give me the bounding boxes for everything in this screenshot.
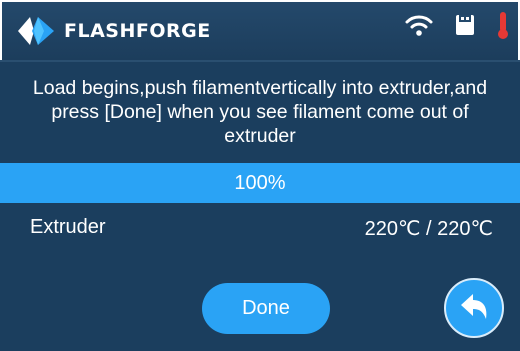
done-button[interactable]: Done bbox=[202, 283, 330, 334]
brand-name: FLASHFORGE bbox=[64, 20, 211, 42]
instruction-message: Load begins,push filamentvertically into… bbox=[32, 76, 488, 147]
logo-icon bbox=[18, 17, 54, 45]
extruder-label: Extruder bbox=[30, 216, 106, 238]
progress-label: 100% bbox=[234, 171, 286, 194]
back-button[interactable] bbox=[444, 278, 504, 338]
back-arrow-icon bbox=[461, 294, 487, 319]
extruder-row: Extruder 220℃ / 220℃ bbox=[0, 206, 520, 250]
brand-logo: FLASHFORGE bbox=[14, 13, 211, 49]
done-button-label: Done bbox=[242, 297, 290, 319]
usb-drive-icon bbox=[454, 12, 476, 43]
progress-bar: 100% bbox=[0, 163, 520, 203]
status-icons bbox=[384, 10, 510, 45]
wifi-icon bbox=[404, 12, 434, 43]
thermometer-icon bbox=[496, 10, 510, 45]
extruder-temperature: 220℃ / 220℃ bbox=[364, 218, 493, 240]
top-bar-inner: FLASHFORGE bbox=[2, 2, 518, 60]
top-bar: FLASHFORGE bbox=[0, 0, 520, 62]
